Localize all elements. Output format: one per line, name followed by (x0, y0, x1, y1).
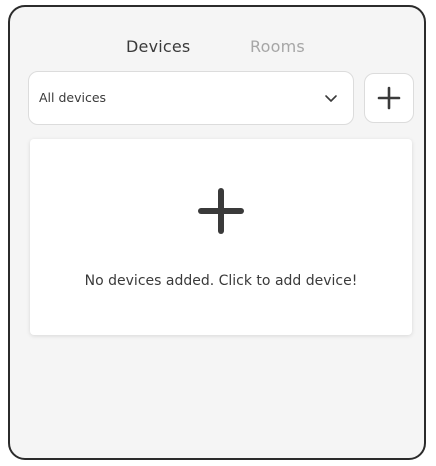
tab-devices[interactable]: Devices (126, 37, 190, 56)
empty-state-message: No devices added. Click to add device! (84, 273, 358, 289)
plus-icon (198, 188, 244, 234)
empty-state-card[interactable]: No devices added. Click to add device! (30, 139, 412, 335)
tab-rooms[interactable]: Rooms (250, 37, 305, 56)
tab-bar: Devices Rooms (10, 37, 424, 65)
device-filter-select[interactable]: All devices (28, 71, 354, 125)
device-panel: Devices Rooms All devices No devices add… (8, 5, 426, 460)
device-filter-value: All devices (39, 90, 107, 105)
plus-icon (377, 86, 401, 110)
chevron-down-icon (323, 90, 339, 106)
add-device-button[interactable] (364, 73, 414, 123)
